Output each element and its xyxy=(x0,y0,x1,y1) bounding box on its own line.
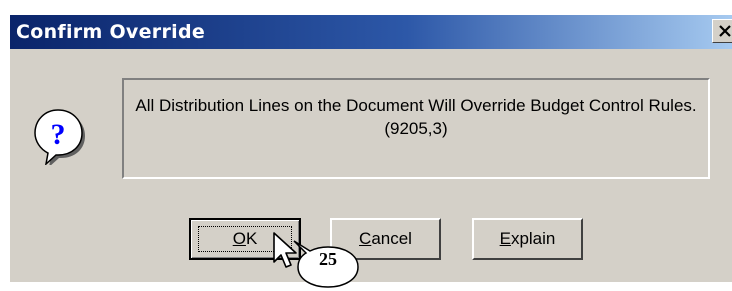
close-icon xyxy=(719,25,731,37)
mouse-pointer-icon xyxy=(273,232,297,268)
close-button[interactable] xyxy=(712,19,732,43)
dialog-title: Confirm Override xyxy=(16,21,206,43)
explain-label: Explain xyxy=(499,229,556,248)
question-icon: ? xyxy=(34,109,85,165)
message-panel: All Distribution Lines on the Document W… xyxy=(122,78,710,179)
confirm-override-dialog: Confirm Override ? All Distribution Line… xyxy=(10,15,732,282)
title-bar[interactable]: Confirm Override xyxy=(10,15,732,49)
message-text: All Distribution Lines on the Document W… xyxy=(135,96,697,138)
explain-button[interactable]: Explain xyxy=(472,218,583,260)
svg-text:?: ? xyxy=(51,118,66,151)
step-number: 25 xyxy=(319,249,337,269)
cancel-label: Cancel xyxy=(359,229,412,248)
